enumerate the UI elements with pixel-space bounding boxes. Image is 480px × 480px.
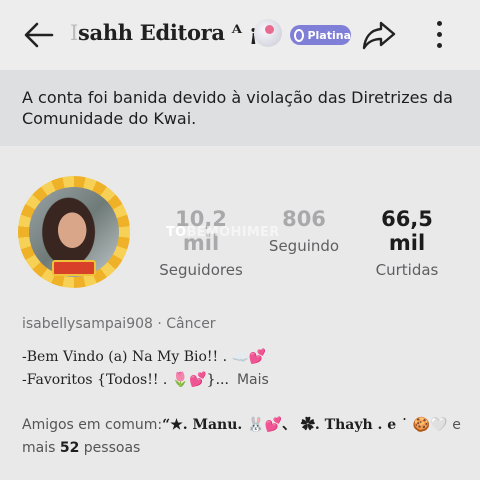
platinum-gem-icon xyxy=(294,28,305,42)
likes-count: 66,5 mil xyxy=(381,207,433,255)
profile-screen: Isahh Editora ᴬ ¡! . Platina A conta foi… xyxy=(0,0,480,480)
title-emoji-icon xyxy=(254,19,282,47)
likes-stat: 66,5 mil Curtidas xyxy=(360,207,454,279)
page-title: Isahh Editora ᴬ ¡! . xyxy=(70,20,281,45)
bio-line-1: -Bem Vindo (a) Na My Bio!! . ☁️💕 xyxy=(22,349,267,365)
watermark-faint: BEMOHIMER xyxy=(186,225,280,240)
badge-label: Platina xyxy=(307,28,351,42)
watermark-bright: TO xyxy=(166,225,187,240)
top-bar: Isahh Editora ᴬ ¡! . Platina xyxy=(0,0,480,70)
back-arrow-icon[interactable] xyxy=(22,18,56,52)
likes-label: Curtidas xyxy=(375,261,439,279)
mutual-friends-names: “★. Manu. 🐰💕、 ✿. Thayh . e ˙ 🍪🤍 xyxy=(162,417,448,433)
mutual-friends-suffix: pessoas xyxy=(83,440,141,456)
page-title-prefix: I xyxy=(70,21,78,45)
bio-line-2-text: -Favoritos {Todos!! . 🌷💕}... xyxy=(22,372,229,388)
followers-stat[interactable]: 10,2 mil Seguidores xyxy=(158,207,244,279)
more-vertical-icon[interactable] xyxy=(428,19,450,51)
mutual-friends[interactable]: Amigos em comum:“★. Manu. 🐰💕、 ✿. Thayh .… xyxy=(22,414,462,460)
username-zodiac: isabellysampai908 · Câncer xyxy=(22,316,216,332)
mutual-friends-count: 52 xyxy=(59,440,80,456)
bio-more-link[interactable]: Mais xyxy=(237,372,269,388)
bio-line-2: -Favoritos {Todos!! . 🌷💕}... Mais xyxy=(22,372,269,388)
page-title-text: sahh Editora ᴬ ¡! . xyxy=(78,20,281,45)
followers-label: Seguidores xyxy=(159,261,243,279)
avatar[interactable] xyxy=(18,176,130,288)
mutual-friends-prefix: Amigos em comum: xyxy=(22,417,163,433)
avatar-ribbon xyxy=(52,260,96,276)
platinum-badge[interactable]: Platina xyxy=(290,25,351,45)
ban-notice: A conta foi banida devido à violação das… xyxy=(0,70,480,146)
video-watermark: TOBEMOHIMER xyxy=(166,225,280,240)
share-icon[interactable] xyxy=(362,20,396,50)
